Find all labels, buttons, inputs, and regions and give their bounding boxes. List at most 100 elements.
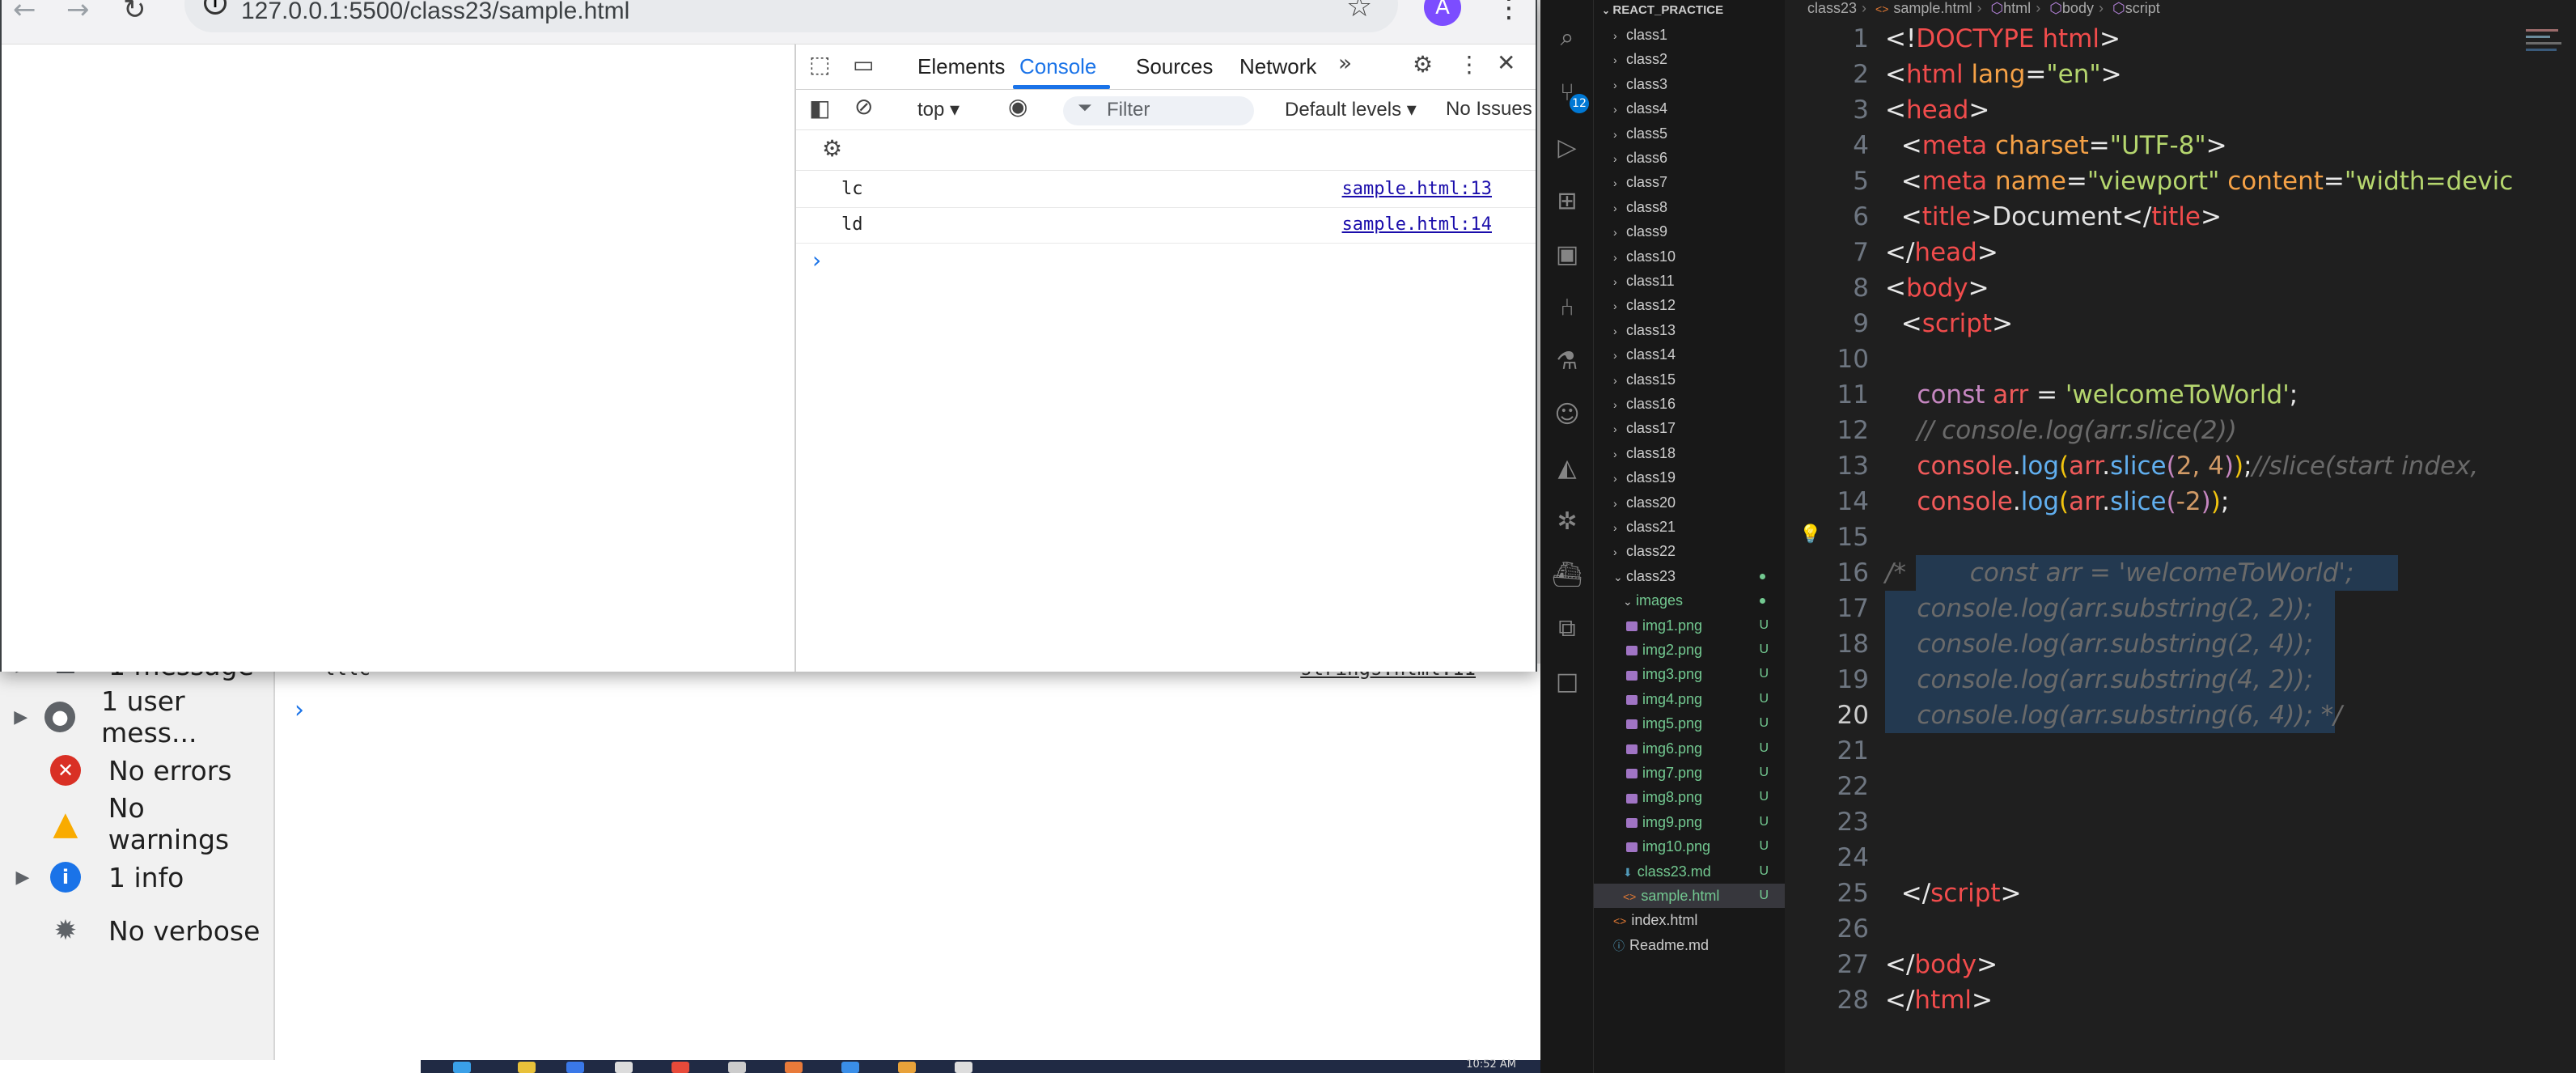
tree-file-img5.png[interactable]: img5.png U — [1594, 711, 1785, 736]
chevron-right-icon[interactable]: › — [1613, 392, 1626, 417]
sidebar-info[interactable]: ▶ i 1 info — [0, 853, 184, 901]
tree-file-img9.png[interactable]: img9.png U — [1594, 810, 1785, 834]
code-line[interactable]: 20 console.log(arr.substring(6, 4)); */ — [1785, 698, 2576, 733]
chevron-right-icon[interactable]: › — [1613, 122, 1626, 146]
code-text[interactable]: </html> — [1885, 982, 1993, 1018]
tree-file-img8.png[interactable]: img8.png U — [1594, 785, 1785, 809]
tree-folder-class1[interactable]: › class1 — [1594, 23, 1785, 47]
tree-folder-class7[interactable]: › class7 — [1594, 170, 1785, 194]
explorer-root-title[interactable]: ⌄ REACT_PRACTICE — [1602, 3, 1723, 17]
stop-square-icon[interactable]: □ — [1552, 667, 1582, 698]
tab-elements[interactable]: Elements — [917, 54, 1005, 79]
code-text[interactable]: /* const arr = 'welcomeToWorld'; — [1885, 555, 2354, 591]
git-graph-icon[interactable]: ⑃ — [1552, 293, 1582, 324]
tree-folder-class6[interactable]: › class6 — [1594, 146, 1785, 170]
code-text[interactable]: </script> — [1885, 876, 2022, 911]
code-text[interactable]: <html lang="en"> — [1885, 57, 2122, 92]
code-text[interactable]: <title>Document</title> — [1885, 199, 2222, 235]
code-line[interactable]: 1 <!DOCTYPE html> — [1785, 21, 2576, 57]
tree-file-img3.png[interactable]: img3.png U — [1594, 662, 1785, 686]
app-icon[interactable] — [518, 1062, 536, 1073]
testing-icon[interactable]: ⚗ — [1552, 346, 1582, 377]
app-icon[interactable] — [615, 1062, 633, 1073]
sidebar-errors[interactable]: ✕ No errors — [0, 746, 231, 795]
chevron-right-icon[interactable]: › — [1613, 368, 1626, 392]
chevron-right-icon[interactable]: › — [1613, 196, 1626, 220]
chevron-right-icon[interactable]: › — [1613, 515, 1626, 540]
app-icon[interactable] — [453, 1062, 471, 1073]
filter-input[interactable]: ⏷ Filter — [1063, 96, 1254, 125]
code-text[interactable]: console.log(arr.substring(6, 4)); */ — [1885, 698, 2341, 733]
tree-file-img7.png[interactable]: img7.png U — [1594, 761, 1785, 785]
tree-file-img1.png[interactable]: img1.png U — [1594, 613, 1785, 638]
code-text[interactable]: console.log(arr.slice(-2)); — [1885, 484, 2229, 520]
code-text[interactable]: console.log(arr.slice(2, 4));//slice(sta… — [1885, 448, 2478, 484]
database-icon[interactable]: ⧉ — [1552, 613, 1582, 644]
tree-folder-class22[interactable]: › class22 — [1594, 539, 1785, 563]
tree-file-img6.png[interactable]: img6.png U — [1594, 736, 1785, 761]
chevron-right-icon[interactable]: › — [1613, 294, 1626, 318]
chevron-right-icon[interactable]: › — [1613, 245, 1626, 269]
kubernetes-icon[interactable]: ✲ — [1552, 507, 1582, 537]
app-icon[interactable] — [898, 1062, 916, 1073]
tree-file-img2.png[interactable]: img2.png U — [1594, 638, 1785, 662]
code-editor[interactable]: class23 › <> sample.html › ⬡html › ⬡body › ⬡s… — [1785, 0, 2576, 1073]
breadcrumb-item[interactable]: sample.html — [1893, 0, 1972, 16]
tree-folder-class19[interactable]: › class19 — [1594, 465, 1785, 490]
app-icon[interactable] — [785, 1062, 803, 1073]
minimap[interactable] — [2519, 0, 2576, 65]
breadcrumb-item[interactable]: class23 — [1807, 0, 1857, 16]
code-line[interactable]: 28 </html> — [1785, 982, 2576, 1018]
code-line[interactable]: 5 <meta name="viewport" content="width=d… — [1785, 163, 2576, 199]
code-line[interactable]: 2 <html lang="en"> — [1785, 57, 2576, 92]
taskbar-clock[interactable]: 10:52 AM — [1466, 1058, 1516, 1071]
code-line[interactable]: 4 <meta charset="UTF-8"> — [1785, 128, 2576, 163]
chevron-right-icon[interactable]: › — [1613, 417, 1626, 441]
tree-file-index.html[interactable]: <> index.html — [1594, 908, 1785, 932]
tree-folder-class23[interactable]: ⌄ class23 — [1594, 564, 1785, 588]
code-line[interactable]: 7 </head> — [1785, 235, 2576, 270]
bookmark-star-icon[interactable]: ☆ — [1346, 0, 1372, 23]
chevron-right-icon[interactable]: › — [1613, 491, 1626, 515]
tree-folder-class20[interactable]: › class20 — [1594, 490, 1785, 515]
tree-folder-class4[interactable]: › class4 — [1594, 96, 1785, 121]
sidebar-warnings[interactable]: ▲ No warnings — [0, 792, 273, 855]
tree-folder-images[interactable]: ⌄ images — [1594, 588, 1785, 613]
device-toolbar-icon[interactable]: ▭ — [853, 51, 874, 78]
lightbulb-icon[interactable]: 💡 — [1799, 524, 1821, 545]
chevron-right-icon[interactable]: › — [1613, 466, 1626, 490]
back-arrow-icon[interactable]: ← — [13, 0, 36, 26]
code-text[interactable]: console.log(arr.substring(2, 2)); — [1885, 591, 2313, 626]
code-line[interactable]: 23 — [1785, 804, 2576, 840]
clear-console-icon[interactable]: ⊘ — [854, 93, 873, 120]
tree-folder-class9[interactable]: › class9 — [1594, 219, 1785, 244]
run-debug-icon[interactable]: ▷ — [1552, 133, 1582, 163]
code-line[interactable]: 17 console.log(arr.substring(2, 2)); — [1785, 591, 2576, 626]
code-text[interactable]: <meta name="viewport" content="width=dev… — [1885, 163, 2514, 199]
code-line[interactable]: 18 console.log(arr.substring(2, 4)); — [1785, 626, 2576, 662]
tree-folder-class5[interactable]: › class5 — [1594, 121, 1785, 146]
code-line[interactable]: 15 — [1785, 520, 2576, 555]
tab-sources[interactable]: Sources — [1136, 54, 1213, 79]
tree-folder-class16[interactable]: › class16 — [1594, 392, 1785, 416]
code-text[interactable]: <script> — [1885, 306, 2013, 341]
customize-menu-icon[interactable]: ⋮ — [1458, 51, 1481, 78]
tree-folder-class21[interactable]: › class21 — [1594, 515, 1785, 539]
tree-folder-class17[interactable]: › class17 — [1594, 416, 1785, 440]
code-line[interactable]: 11 const arr = 'welcomeToWorld'; — [1785, 377, 2576, 413]
tree-file-class23.md[interactable]: ⬇ class23.md U — [1594, 859, 1785, 884]
breadcrumb-item[interactable]: html — [2003, 0, 2031, 16]
chevron-right-icon[interactable]: › — [1613, 442, 1626, 466]
issues-counter[interactable]: No Issues — [1446, 98, 1532, 121]
live-expression-eye-icon[interactable]: ◉ — [1008, 93, 1027, 120]
chevron-right-icon[interactable]: › — [1613, 146, 1626, 171]
chevron-right-icon[interactable]: › — [1613, 319, 1626, 343]
chevron-right-icon[interactable]: › — [1613, 97, 1626, 121]
github-icon[interactable]: ☺ — [1552, 400, 1582, 430]
code-text[interactable]: // console.log(arr.slice(2)) — [1885, 413, 2236, 448]
tree-folder-class14[interactable]: › class14 — [1594, 342, 1785, 367]
log-source-link[interactable]: sample.html:13 — [1342, 179, 1492, 199]
chevron-right-icon[interactable]: › — [1613, 23, 1626, 48]
app-icon[interactable] — [566, 1062, 584, 1073]
sidebar-user-messages[interactable]: ▶ ● 1 user mess... — [0, 685, 273, 749]
